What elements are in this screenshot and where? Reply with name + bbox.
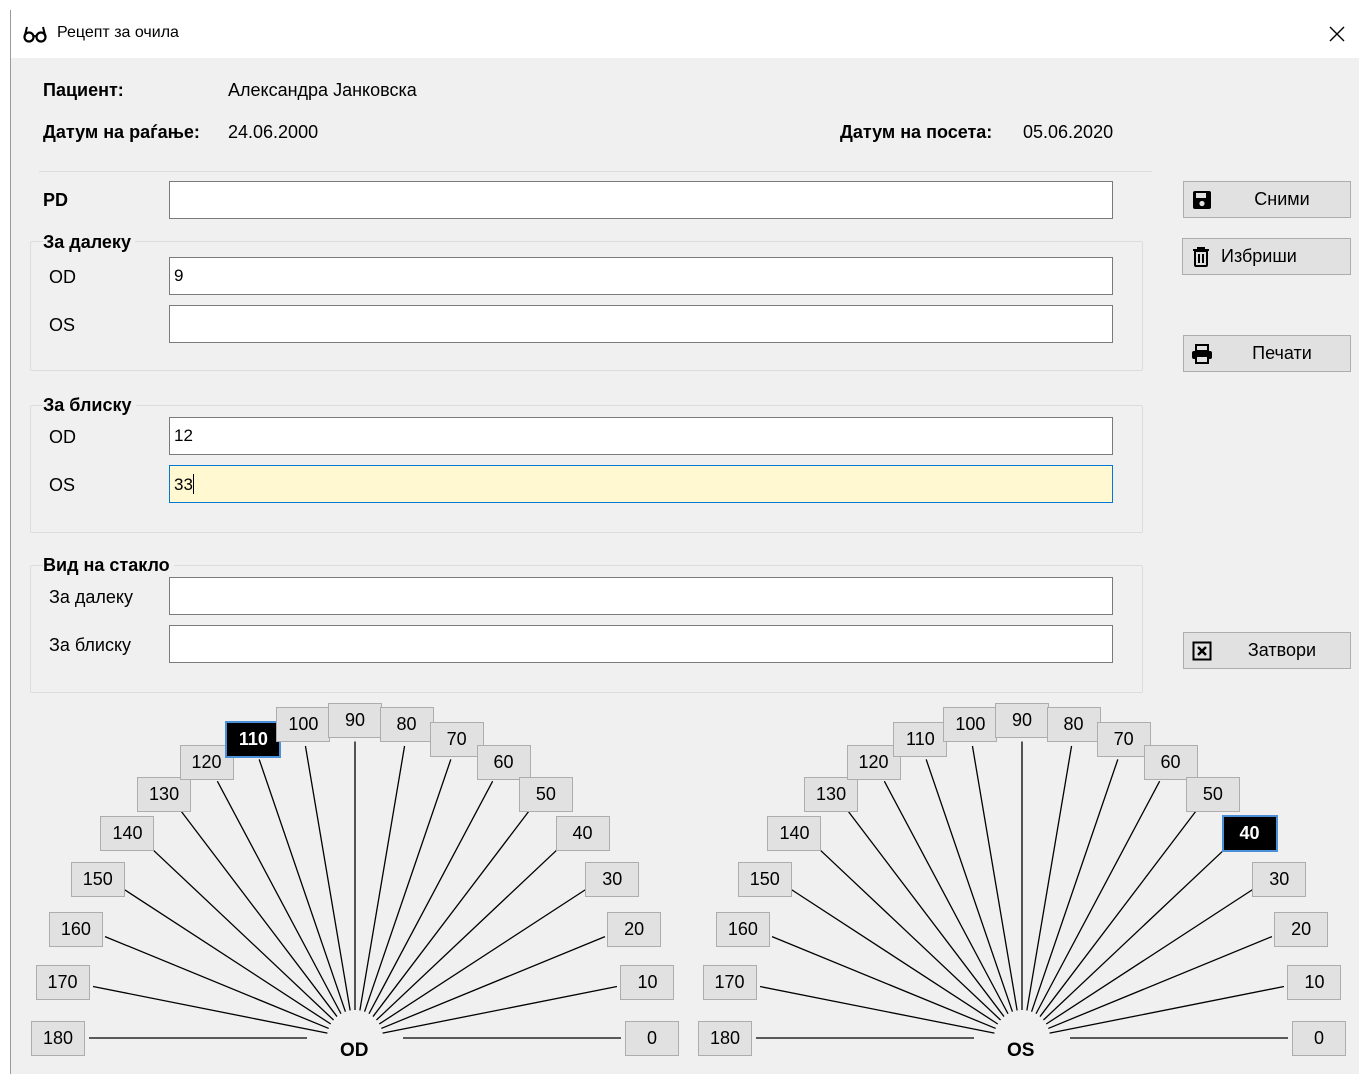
od-ray-40 [376, 846, 561, 1021]
os-axis-150-button[interactable]: 150 [737, 861, 792, 897]
od-ray-170 [92, 985, 328, 1034]
od-axis-30-button[interactable]: 30 [585, 861, 640, 897]
od-axis-160-button[interactable]: 160 [48, 911, 103, 947]
os-axis-120-button[interactable]: 120 [846, 745, 901, 781]
od-axis-150-button[interactable]: 150 [70, 861, 125, 897]
od-axis-70-button[interactable]: 70 [429, 721, 484, 757]
os-ray-50 [1039, 810, 1197, 1017]
os-axis-110-button[interactable]: 110 [893, 721, 948, 757]
od-axis-110-button[interactable]: 110 [225, 720, 282, 758]
od-ray-100 [304, 745, 351, 1011]
od-ray-140 [149, 846, 334, 1021]
os-ray-80 [1026, 745, 1073, 1011]
os-ray-10 [1049, 985, 1285, 1034]
od-axis-40-button[interactable]: 40 [555, 816, 610, 852]
od-axis-100-button[interactable]: 100 [276, 707, 331, 743]
os-axis-50-button[interactable]: 50 [1185, 776, 1240, 812]
os-axis-0-button[interactable]: 0 [1292, 1020, 1346, 1056]
os-ray-40 [1043, 846, 1228, 1021]
os-axis-100-button[interactable]: 100 [943, 707, 998, 743]
od-axis-180-button[interactable]: 180 [31, 1020, 85, 1056]
od-axis-80-button[interactable]: 80 [379, 707, 434, 743]
od-eye-label: OD [340, 1040, 369, 1061]
os-axis-60-button[interactable]: 60 [1143, 745, 1198, 781]
os-axis-20-button[interactable]: 20 [1274, 911, 1329, 947]
os-axis-130-button[interactable]: 130 [804, 776, 859, 812]
os-axis-170-button[interactable]: 170 [702, 965, 757, 1001]
od-axis-130-button[interactable]: 130 [137, 776, 192, 812]
os-axis-10-button[interactable]: 10 [1287, 965, 1342, 1001]
os-eye-label: OS [1007, 1040, 1035, 1061]
od-axis-170-button[interactable]: 170 [35, 965, 90, 1001]
od-ray-10 [382, 985, 618, 1034]
od-axis-0-button[interactable]: 0 [625, 1020, 679, 1056]
od-ray-50 [372, 810, 530, 1017]
os-axis-180-button[interactable]: 180 [698, 1020, 752, 1056]
os-axis-160-button[interactable]: 160 [715, 911, 770, 947]
os-ray-100 [971, 745, 1018, 1011]
prescription-window: Рецепт за очила Пациент: Александра Јанк… [10, 10, 1359, 1074]
od-axis-140-button[interactable]: 140 [100, 816, 155, 852]
os-axis-40-button[interactable]: 40 [1221, 815, 1278, 853]
od-ray-130 [180, 810, 338, 1017]
os-ray-170 [759, 985, 995, 1034]
od-axis-50-button[interactable]: 50 [518, 776, 573, 812]
od-ray-80 [359, 745, 406, 1011]
od-axis-10-button[interactable]: 10 [620, 965, 675, 1001]
os-axis-80-button[interactable]: 80 [1046, 707, 1101, 743]
od-axis-90-button[interactable]: 90 [328, 702, 382, 738]
axis-rays [89, 741, 1288, 1039]
od-axis-120-button[interactable]: 120 [179, 745, 234, 781]
os-ray-140 [816, 846, 1001, 1021]
os-axis-30-button[interactable]: 30 [1252, 861, 1307, 897]
os-ray-130 [847, 810, 1005, 1017]
os-axis-90-button[interactable]: 90 [995, 702, 1049, 738]
os-axis-140-button[interactable]: 140 [767, 816, 822, 852]
os-axis-70-button[interactable]: 70 [1096, 721, 1151, 757]
od-axis-20-button[interactable]: 20 [607, 911, 662, 947]
od-axis-60-button[interactable]: 60 [476, 745, 531, 781]
